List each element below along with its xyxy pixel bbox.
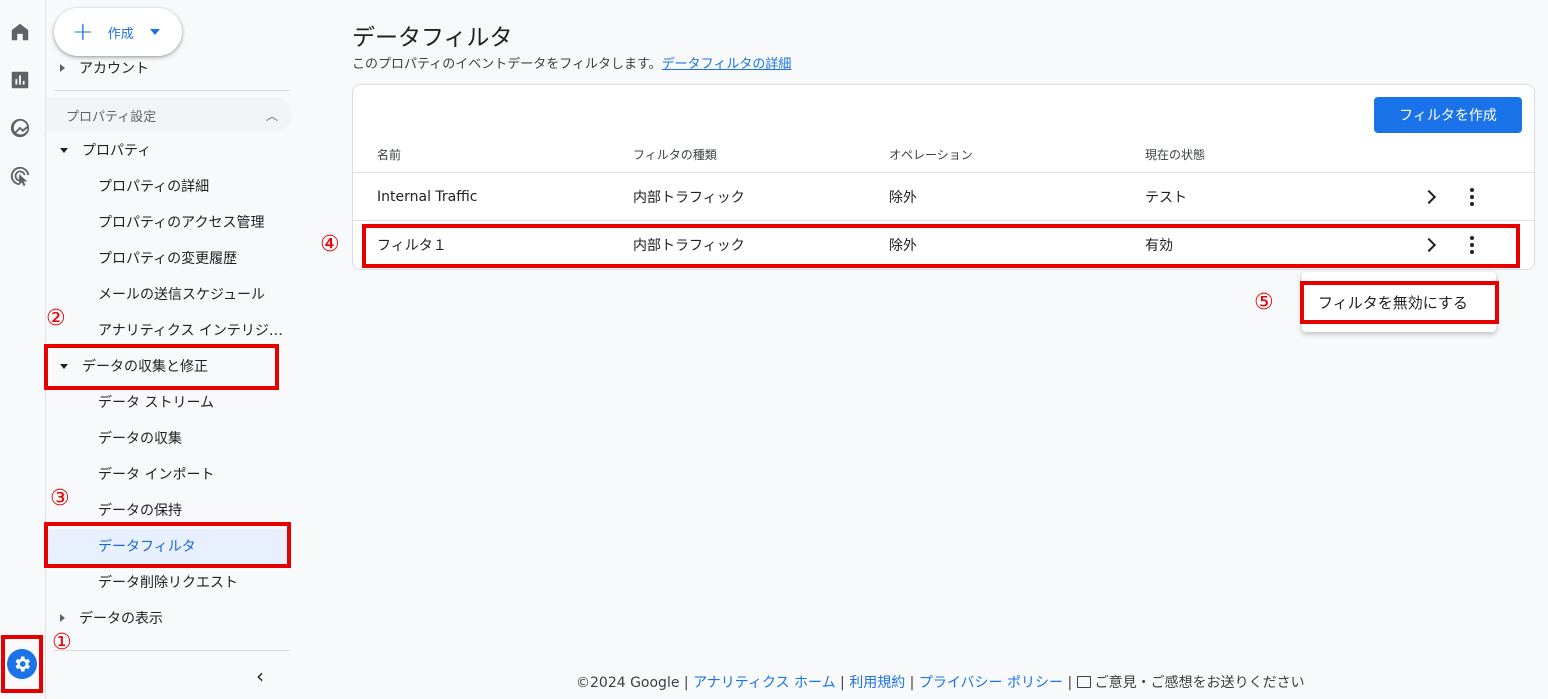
create-button[interactable]: + 作成	[54, 8, 182, 56]
nav-data-retention[interactable]: データの保持	[46, 493, 292, 527]
nav-item-label: データ ストリーム	[98, 395, 215, 411]
row-operation: 除外	[889, 238, 917, 254]
page-subtitle: このプロパティのイベントデータをフィルタします。データフィルタの詳細	[352, 53, 791, 72]
nav-account-label: アカウント	[79, 61, 149, 77]
page-title: データフィルタ	[352, 25, 513, 51]
table-header: 名前 フィルタの種類 オペレーション 現在の状態	[353, 137, 1534, 173]
nav-data-deletion[interactable]: データ削除リクエスト	[46, 565, 292, 599]
expand-icon	[60, 614, 65, 622]
advertising-icon[interactable]	[7, 163, 33, 189]
collapse-icon	[60, 147, 68, 153]
table-row[interactable]: Internal Traffic 内部トラフィック 除外 テスト	[353, 173, 1534, 221]
analytics-home-link[interactable]: アナリティクス ホーム	[693, 675, 836, 691]
nav-data-import[interactable]: データ インポート	[46, 457, 292, 491]
nav-property-label: プロパティ	[82, 143, 152, 159]
row-operation: 除外	[889, 189, 917, 206]
main-content: データフィルタ このプロパティのイベントデータをフィルタします。データフィルタの…	[296, 0, 1548, 699]
nav-item-label: アナリティクス インテリジ…	[98, 323, 283, 339]
nav-item-label: データの収集	[98, 431, 182, 447]
nav-property-access[interactable]: プロパティのアクセス管理	[46, 205, 292, 239]
expand-icon	[60, 64, 65, 72]
nav-property[interactable]: プロパティ	[46, 133, 292, 167]
nav-data-streams[interactable]: データ ストリーム	[46, 385, 292, 419]
subtitle-text: このプロパティのイベントデータをフィルタします。	[352, 57, 662, 72]
nav-account[interactable]: アカウント	[46, 51, 292, 85]
separator: |	[909, 675, 915, 691]
home-icon[interactable]	[7, 19, 33, 45]
nav-data-collection-item[interactable]: データの収集	[46, 421, 292, 455]
nav-item-label: プロパティのアクセス管理	[98, 215, 265, 231]
row-name: Internal Traffic	[377, 188, 478, 205]
terms-link[interactable]: 利用規約	[849, 675, 905, 691]
separator: |	[683, 675, 689, 691]
column-operation[interactable]: オペレーション	[889, 137, 973, 172]
copyright: ©2024 Google	[576, 675, 680, 691]
row-status: 有効	[1145, 238, 1173, 254]
chevron-right-icon[interactable]	[1421, 237, 1437, 253]
feedback-icon	[1076, 676, 1091, 688]
nav-data-display-label: データの表示	[79, 611, 163, 627]
separator: |	[840, 675, 845, 691]
column-name[interactable]: 名前	[377, 137, 401, 172]
learn-more-link[interactable]: データフィルタの詳細	[662, 57, 792, 72]
annotation-number-2: ②	[46, 306, 66, 331]
nav-data-collection-label: データの収集と修正	[82, 359, 208, 375]
more-vert-icon[interactable]	[1470, 236, 1474, 254]
nav-data-display[interactable]: データの表示	[46, 601, 292, 635]
divider	[54, 650, 290, 651]
nav-item-label: データの保持	[98, 503, 182, 519]
filters-card: フィルタを作成 名前 フィルタの種類 オペレーション 現在の状態 Interna…	[352, 84, 1535, 270]
column-status[interactable]: 現在の状態	[1145, 137, 1205, 172]
nav-item-label: プロパティの変更履歴	[98, 251, 238, 267]
collapse-sidebar-icon[interactable]: ‹	[256, 664, 264, 688]
row-name: フィルタ１	[377, 238, 447, 254]
nav-property-details[interactable]: プロパティの詳細	[46, 169, 292, 203]
nav-item-label: データ削除リクエスト	[98, 575, 238, 591]
divider	[54, 90, 290, 91]
nav-item-label: プロパティの詳細	[98, 179, 210, 195]
settings-button[interactable]	[1, 635, 43, 693]
footer: ©2024 Google | アナリティクス ホーム | 利用規約 | プライバ…	[576, 672, 1305, 692]
create-filter-button[interactable]: フィルタを作成	[1374, 97, 1522, 133]
nav-property-history[interactable]: プロパティの変更履歴	[46, 241, 292, 275]
row-context-menu: フィルタを無効にする	[1302, 272, 1496, 332]
nav-data-collection[interactable]: データの収集と修正	[46, 349, 292, 383]
reports-icon[interactable]	[7, 67, 33, 93]
nav-item-label: メールの送信スケジュール	[98, 287, 266, 303]
row-type: 内部トラフィック	[633, 189, 745, 206]
privacy-link[interactable]: プライバシー ポリシー	[919, 675, 1063, 691]
row-type: 内部トラフィック	[633, 238, 745, 254]
gear-icon	[7, 649, 37, 679]
annotation-number-4: ④	[320, 232, 340, 257]
nav-item-label: データ インポート	[98, 467, 215, 483]
nav-analytics-intelligence[interactable]: アナリティクス インテリジ…	[46, 313, 292, 347]
feedback-link[interactable]: ご意見・ご感想をお送りください	[1095, 675, 1305, 691]
icon-rail	[0, 0, 46, 699]
annotation-number-1: ①	[52, 630, 72, 655]
admin-sidebar: アカウント + 作成 プロパティ設定 ︿ プロパティ プロパティの詳細 プロパテ…	[46, 0, 296, 699]
nav-item-label: データフィルタ	[98, 539, 196, 555]
column-filter-type[interactable]: フィルタの種類	[633, 137, 717, 172]
section-property-settings[interactable]: プロパティ設定 ︿	[46, 98, 292, 132]
create-label: 作成	[107, 26, 134, 42]
more-vert-icon[interactable]	[1470, 187, 1474, 206]
annotation-number-3: ③	[50, 486, 70, 511]
chevron-up-icon: ︿	[265, 108, 278, 123]
chevron-right-icon[interactable]	[1421, 189, 1437, 204]
table-row[interactable]: フィルタ１ 内部トラフィック 除外 有効	[353, 221, 1534, 269]
explore-icon[interactable]	[7, 115, 33, 141]
row-status: テスト	[1145, 189, 1187, 206]
section-label: プロパティ設定	[66, 109, 157, 125]
chevron-down-icon	[149, 29, 160, 35]
separator: |	[1067, 675, 1073, 691]
disable-filter-menu-item[interactable]: フィルタを無効にする	[1302, 284, 1496, 320]
nav-email-schedule[interactable]: メールの送信スケジュール	[46, 277, 292, 311]
annotation-number-5: ⑤	[1254, 290, 1274, 315]
plus-icon: +	[72, 17, 94, 47]
collapse-icon	[60, 363, 68, 369]
nav-data-filters[interactable]: データフィルタ	[46, 529, 292, 563]
